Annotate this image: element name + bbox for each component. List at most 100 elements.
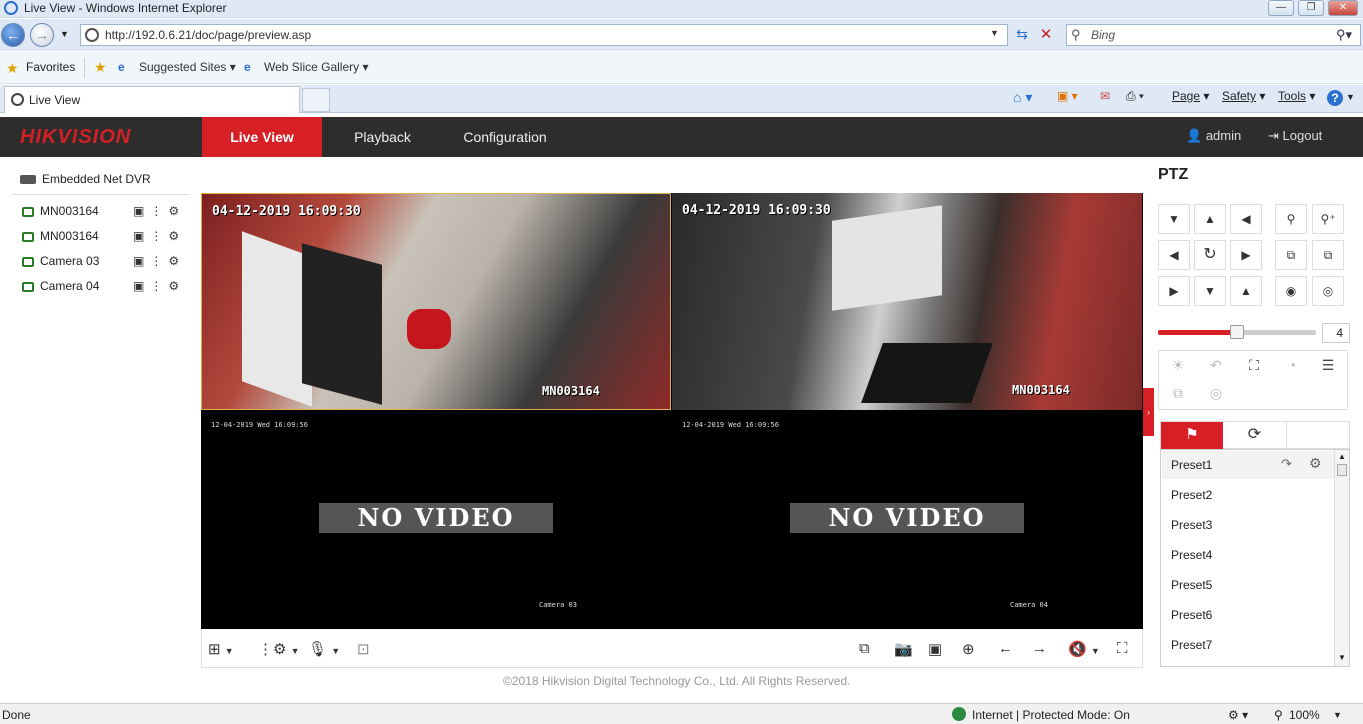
maximize-button[interactable]: ❐ <box>1298 0 1324 16</box>
stream-settings-icon[interactable]: ⋮⚙ <box>150 279 185 293</box>
camera-item[interactable]: MN003164 <box>22 204 99 224</box>
logout-button[interactable]: ⇥ Logout <box>1268 128 1322 144</box>
favorites-button[interactable]: Favorites <box>26 60 75 74</box>
manual-tracking-icon[interactable]: ⧉ <box>1159 385 1197 402</box>
preset-item[interactable]: Preset7 <box>1171 638 1212 652</box>
scroll-thumb[interactable] <box>1337 464 1347 476</box>
camera-item[interactable]: MN003164 <box>22 229 99 249</box>
ptz-left-down-button[interactable]: ▶ <box>1158 276 1190 306</box>
search-box[interactable]: ⚲ Bing ⚲▾ <box>1066 24 1361 46</box>
stream-settings-icon[interactable]: ⋮⚙ <box>150 254 185 268</box>
tools-menu[interactable]: Tools ▾ <box>1278 89 1315 103</box>
video-tile-2[interactable]: 04-12-2019 16:09:30 MN003164 <box>672 193 1142 410</box>
address-input[interactable]: http://192.0.6.21/doc/page/preview.asp <box>80 24 1008 46</box>
scroll-up-icon[interactable]: ▲ <box>1338 452 1346 461</box>
capture-icon[interactable]: 📷 <box>894 640 913 658</box>
call-preset-icon[interactable]: ↷ <box>1281 456 1292 472</box>
minimize-button[interactable]: — <box>1268 0 1294 16</box>
nav-configuration[interactable]: Configuration <box>450 117 560 157</box>
device-tree-root[interactable]: Embedded Net DVR <box>20 172 151 186</box>
security-zone[interactable]: Internet | Protected Mode: On <box>972 708 1130 722</box>
iris-close-icon[interactable]: ◉ <box>1275 276 1307 306</box>
help-dropdown-icon[interactable]: ▼ <box>1346 92 1355 102</box>
new-tab-button[interactable] <box>302 88 330 112</box>
feeds-icon[interactable]: ▣ ▾ <box>1057 89 1078 103</box>
video-tile-3[interactable]: 12-04-2019 Wed 16:09:56 NO VIDEO Camera … <box>201 411 671 628</box>
ptz-right-up-button[interactable]: ◀ <box>1230 204 1262 234</box>
wiper-icon[interactable]: ↶ <box>1197 357 1235 374</box>
preset-item[interactable]: Preset2 <box>1171 488 1212 502</box>
ptz-speed-slider[interactable] <box>1230 325 1244 339</box>
focus-near-icon[interactable]: ⧉ <box>1275 240 1307 270</box>
record-all-icon[interactable]: ▣ <box>928 640 942 658</box>
zoom-level[interactable]: 100% <box>1289 708 1320 722</box>
home-icon[interactable]: ⌂ ▾ <box>1013 89 1032 106</box>
ptz-auto-button[interactable]: ↻ <box>1194 240 1226 270</box>
microphone-icon[interactable]: 🎙 ▼ <box>308 640 340 658</box>
user-menu[interactable]: 👤 admin <box>1186 128 1241 144</box>
ptz-left-up-button[interactable]: ▼ <box>1158 204 1190 234</box>
light-icon[interactable]: ☀ <box>1159 357 1197 374</box>
fullscreen-icon[interactable]: ⛶ <box>1117 640 1128 657</box>
window-layout-icon[interactable]: ⊞ ▼ <box>208 640 234 658</box>
stream-settings-icon[interactable]: ⋮⚙ <box>150 204 185 218</box>
3d-zoom-icon[interactable]: ◎ <box>1197 385 1235 402</box>
stream-type-icon[interactable]: ⋮⚙ ▼ <box>258 640 300 658</box>
nav-live-view[interactable]: Live View <box>202 117 322 157</box>
suggested-sites-link[interactable]: Suggested Sites ▾ <box>139 60 236 74</box>
preset-item[interactable]: Preset1 <box>1171 458 1212 472</box>
ptz-left-button[interactable]: ◀ <box>1158 240 1190 270</box>
collapse-ptz-button[interactable]: › <box>1143 388 1154 436</box>
record-icon[interactable]: ▣ <box>133 279 150 293</box>
tab-presets[interactable]: ⚑ <box>1161 422 1223 449</box>
iris-open-icon[interactable]: ◎ <box>1312 276 1344 306</box>
preset-item[interactable]: Preset4 <box>1171 548 1212 562</box>
search-go-icon[interactable]: ⚲▾ <box>1336 27 1352 43</box>
forward-button[interactable]: → <box>30 23 54 47</box>
page-menu[interactable]: Page ▾ <box>1172 89 1209 103</box>
one-touch-focus-icon[interactable]: ⛶ <box>1235 357 1273 374</box>
stop-all-preview-icon[interactable]: ⧉ <box>859 640 870 657</box>
preset-scrollbar[interactable]: ▲ ▼ <box>1334 450 1349 666</box>
lens-init-icon[interactable]: ◔ <box>1273 357 1311 373</box>
address-text[interactable]: http://192.0.6.21/doc/page/preview.asp <box>105 28 311 42</box>
mail-icon[interactable]: ✉ <box>1100 89 1110 103</box>
ptz-right-button[interactable]: ▶ <box>1230 240 1262 270</box>
video-tile-1[interactable]: 04-12-2019 16:09:30 MN003164 <box>201 193 671 410</box>
zoom-dropdown-icon[interactable]: ▼ <box>1333 710 1342 720</box>
preset-item[interactable]: Preset3 <box>1171 518 1212 532</box>
help-icon[interactable]: ? <box>1327 90 1343 106</box>
safety-menu[interactable]: Safety ▾ <box>1222 89 1265 103</box>
search-input[interactable]: Bing <box>1091 28 1115 42</box>
next-page-icon[interactable]: → <box>1032 640 1047 657</box>
more-functions-icon[interactable]: ☰ <box>1309 357 1347 374</box>
zoom-out-icon[interactable]: ⚲ <box>1275 204 1307 234</box>
back-button[interactable]: ← <box>1 23 25 47</box>
remote-desktop-icon[interactable]: ⊡ <box>357 640 370 658</box>
ptz-down-button[interactable]: ▼ <box>1194 276 1226 306</box>
print-icon[interactable]: ⎙ ▾ <box>1126 89 1144 104</box>
close-window-button[interactable]: ✕ <box>1328 0 1358 16</box>
web-slice-gallery-link[interactable]: Web Slice Gallery ▾ <box>264 60 369 74</box>
stream-settings-icon[interactable]: ⋮⚙ <box>150 229 185 243</box>
address-dropdown-icon[interactable]: ▼ <box>990 28 999 38</box>
record-icon[interactable]: ▣ <box>133 204 150 218</box>
scroll-down-icon[interactable]: ▼ <box>1338 653 1346 662</box>
digital-zoom-icon[interactable]: ⊕ <box>962 640 975 658</box>
camera-item[interactable]: Camera 03 <box>22 254 99 274</box>
preset-item[interactable]: Preset5 <box>1171 578 1212 592</box>
history-dropdown-icon[interactable]: ▼ <box>60 29 69 39</box>
preset-item[interactable]: Preset6 <box>1171 608 1212 622</box>
protected-mode-icon[interactable]: ⚙ ▾ <box>1228 708 1248 722</box>
add-favorite-icon[interactable]: ★ <box>94 59 107 76</box>
audio-mute-icon[interactable]: 🔇 ▼ <box>1068 640 1100 658</box>
tab-patrols[interactable]: ⟳ <box>1223 422 1287 449</box>
zoom-in-icon[interactable]: ⚲⁺ <box>1312 204 1344 234</box>
focus-far-icon[interactable]: ⧉ <box>1312 240 1344 270</box>
record-icon[interactable]: ▣ <box>133 229 150 243</box>
video-tile-4[interactable]: 12-04-2019 Wed 16:09:56 NO VIDEO Camera … <box>672 411 1142 628</box>
ptz-right-down-button[interactable]: ▲ <box>1230 276 1262 306</box>
record-icon[interactable]: ▣ <box>133 254 150 268</box>
tab-live-view[interactable]: Live View <box>4 86 300 113</box>
set-preset-gear-icon[interactable]: ⚙ <box>1309 455 1322 472</box>
